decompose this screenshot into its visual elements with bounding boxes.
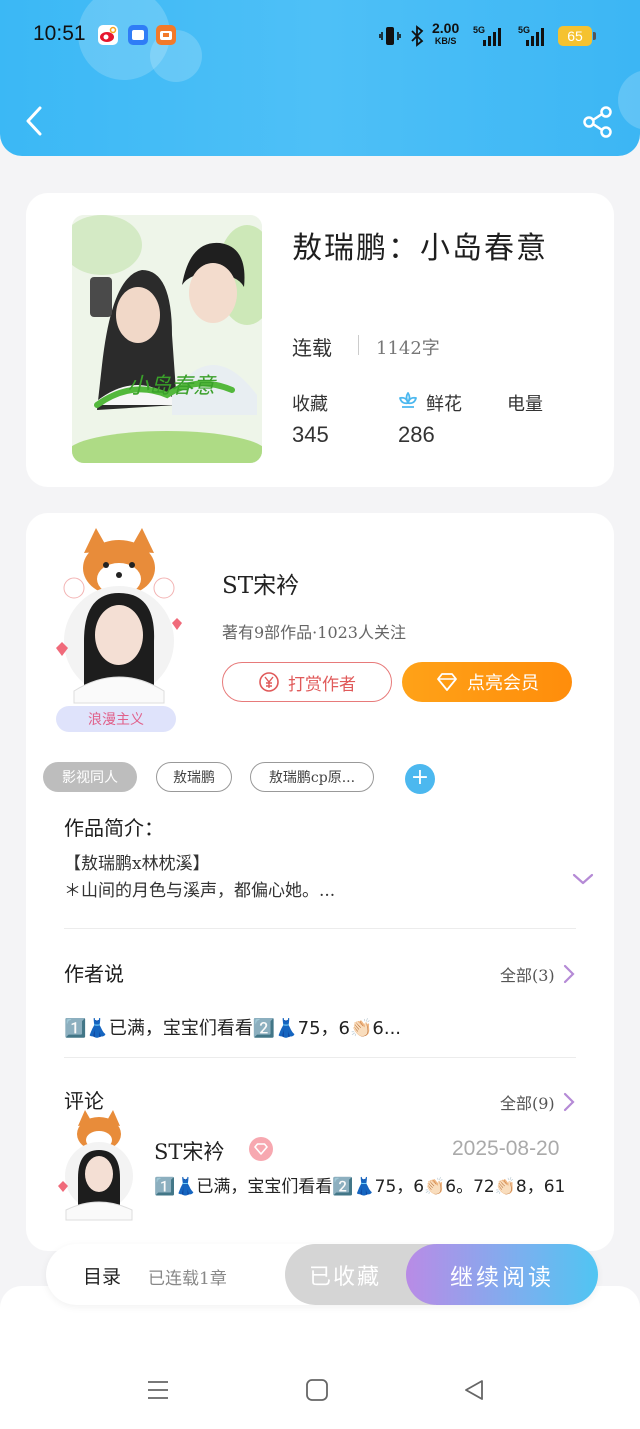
svg-text:小岛春意: 小岛春意: [127, 374, 217, 399]
reader-app-icon: [156, 25, 176, 45]
intro-line-2: ＊山间的月色与溪声，都偏心她。...: [64, 881, 336, 901]
book-title: 敖瑞鹏：小岛春意: [292, 231, 548, 266]
net-speed-unit: KB/S: [434, 36, 457, 46]
toc-button[interactable]: 目录: [83, 1262, 121, 1289]
comment-author-name[interactable]: ST宋衿: [154, 1136, 224, 1166]
avatar-badge-text: 浪漫主义: [88, 712, 144, 728]
chevron-down-icon: [572, 873, 594, 885]
continue-reading-label: 继续阅读: [450, 1264, 554, 1291]
signal-2-icon: 5G: [514, 24, 550, 52]
expand-intro-button[interactable]: [572, 868, 594, 890]
stat-flowers-label: 鲜花: [426, 394, 462, 415]
status-bar: 10:51 2.00 KB/S 5G 5G 65: [0, 20, 640, 52]
toc-subtitle[interactable]: 已连载1章: [148, 1264, 227, 1289]
net-speed-value: 2.00: [432, 20, 460, 36]
app-icon: [128, 25, 148, 45]
chevron-right-icon: [563, 1092, 575, 1112]
divider: [64, 928, 576, 929]
stat-power-label: 电量: [507, 394, 543, 415]
comments-more-label: 全部(9): [500, 1094, 555, 1113]
tag-category[interactable]: 影视同人: [43, 762, 137, 792]
app-header: 10:51 2.00 KB/S 5G 5G 65: [0, 0, 640, 156]
comment-date: 2025-08-20: [452, 1137, 560, 1160]
intro-line-1: 【敖瑞鹏x林枕溪】: [64, 854, 210, 874]
author-says-title: 作者说: [64, 962, 124, 986]
share-icon: [583, 106, 612, 138]
weibo-icon: [98, 25, 118, 45]
signal-1-icon: 5G: [473, 24, 505, 52]
svg-text:5G: 5G: [473, 25, 485, 35]
book-info-card: 小岛春意 敖瑞鹏：小岛春意 连载 1142字 收藏 345 鲜花 286 电量: [26, 193, 614, 487]
commenter-avatar[interactable]: [54, 1106, 144, 1226]
intro-title: 作品简介：: [64, 816, 164, 840]
status-separator: [358, 335, 359, 355]
continue-reading-button[interactable]: 继续阅读: [406, 1244, 598, 1305]
home-nav-icon[interactable]: [305, 1378, 329, 1402]
detail-card: 浪漫主义 ST宋衿 著有9部作品·1023人关注 打赏作者 点亮会员 影视同人 …: [26, 513, 614, 1251]
decor-bubble: [618, 70, 640, 130]
vip-button[interactable]: 点亮会员: [402, 662, 572, 702]
back-nav-icon[interactable]: [462, 1378, 486, 1402]
author-meta: 著有9部作品·1023人关注: [222, 623, 406, 642]
svg-text:5G: 5G: [518, 25, 530, 35]
chevron-right-icon: [563, 964, 575, 984]
net-speed: 2.00 KB/S: [432, 20, 460, 48]
bottom-action-bar: 目录 已连载1章 已收藏 继续阅读: [46, 1244, 598, 1305]
book-cover-image[interactable]: 小岛春意: [72, 215, 262, 463]
tag-item[interactable]: 敖瑞鹏cp原...: [250, 762, 374, 792]
tag-item[interactable]: 敖瑞鹏: [156, 762, 232, 792]
reward-author-label: 打赏作者: [288, 674, 356, 695]
stat-favorites-value: 345: [292, 422, 329, 447]
vip-label: 点亮会员: [467, 673, 539, 694]
vip-badge-icon: [248, 1136, 274, 1166]
share-button[interactable]: [580, 104, 616, 140]
collected-label: 已收藏: [308, 1264, 381, 1290]
stat-favorites-label: 收藏: [292, 394, 328, 415]
reward-author-button[interactable]: 打赏作者: [222, 662, 392, 702]
author-says-more-link[interactable]: 全部(3): [500, 962, 575, 986]
book-status: 连载: [292, 336, 332, 360]
add-tag-button[interactable]: +: [405, 764, 435, 794]
vibrate-icon: [378, 24, 402, 52]
menu-nav-icon[interactable]: [146, 1378, 170, 1402]
diamond-icon: [437, 673, 457, 691]
system-nav-bar: [0, 1286, 640, 1429]
bluetooth-icon: [408, 24, 426, 52]
battery-indicator: 65: [558, 26, 596, 46]
author-name[interactable]: ST宋衿: [222, 566, 299, 600]
back-button[interactable]: [20, 104, 50, 138]
author-avatar[interactable]: 浪漫主义: [44, 523, 194, 733]
author-says-text[interactable]: 1️⃣👗已满，宝宝们看看2️⃣👗75，6👏🏻6...: [64, 1014, 401, 1040]
comment-text[interactable]: 1️⃣👗已满，宝宝们看看2️⃣👗75，6👏🏻6。72👏🏻8，61: [154, 1173, 574, 1201]
status-time: 10:51: [33, 22, 86, 45]
author-says-more-label: 全部(3): [500, 966, 555, 985]
divider: [64, 1057, 576, 1058]
yen-coin-icon: [259, 672, 279, 692]
comments-more-link[interactable]: 全部(9): [500, 1090, 575, 1114]
flower-icon: [396, 389, 420, 417]
word-count: 1142字: [376, 338, 440, 359]
stat-flowers-value: 286: [398, 422, 435, 447]
